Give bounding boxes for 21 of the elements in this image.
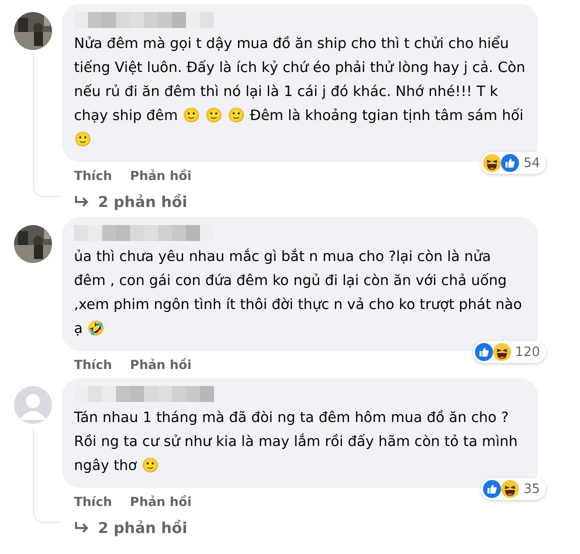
reaction-badge[interactable]: 54 xyxy=(481,152,546,174)
reply-link[interactable]: Phản hồi xyxy=(130,494,192,509)
view-replies-link[interactable]: 2 phản hồi xyxy=(62,183,538,211)
reaction-count: 120 xyxy=(515,344,540,360)
comment-text: Tán nhau 1 tháng mà đã đòi ng ta đêm hôm mua đồ ăn cho ? Rồi ng ta cư sử như kia là may lắm rồi đấy hãm còn tỏ ta mình ngây thơ 🙂 xyxy=(74,409,519,476)
reaction-badge[interactable]: 35 xyxy=(481,478,546,500)
reply-link[interactable]: Phản hồi xyxy=(130,357,192,372)
reply-link[interactable]: Phản hồi xyxy=(130,168,192,183)
reaction-badge[interactable]: 120 xyxy=(473,341,546,363)
reaction-count: 54 xyxy=(523,156,540,170)
avatar[interactable] xyxy=(14,12,52,50)
avatar[interactable] xyxy=(14,225,52,263)
view-replies-link[interactable]: 2 phản hồi xyxy=(62,509,538,537)
reply-arrow-icon xyxy=(74,521,90,535)
like-link[interactable]: Thích xyxy=(74,357,112,372)
comment-text: Nửa đêm mà gọi t dậy mua đồ ăn ship cho thì t chửi cho hiểu tiếng Việt luôn. Đấy là ích kỷ chứ éo phải thử lòng hay j cả. Còn nếu rủ đi ăn đêm thì nó lại là 1 cái j đó khác. Nhớ nhé!!! T k chạy ship đêm 🙂 🙂 🙂 Đêm là khoảng tgian tịnh tâm sám hối 🙂 xyxy=(74,34,526,150)
reply-arrow-icon xyxy=(74,195,90,209)
comment-text: ủa thì chưa yêu nhau mắc gì bắt n mua cho ?lại còn là nửa đêm , con gái con đứa đêm ko ngủ đi lại còn ăn với chả uống ,xem phim ngôn tình ít thôi đời thực n vả cho ko trượt phát nào ạ 🤣 xyxy=(74,248,523,339)
like-link[interactable]: Thích xyxy=(74,494,112,509)
like-link[interactable]: Thích xyxy=(74,168,112,183)
reaction-count: 35 xyxy=(523,482,540,496)
